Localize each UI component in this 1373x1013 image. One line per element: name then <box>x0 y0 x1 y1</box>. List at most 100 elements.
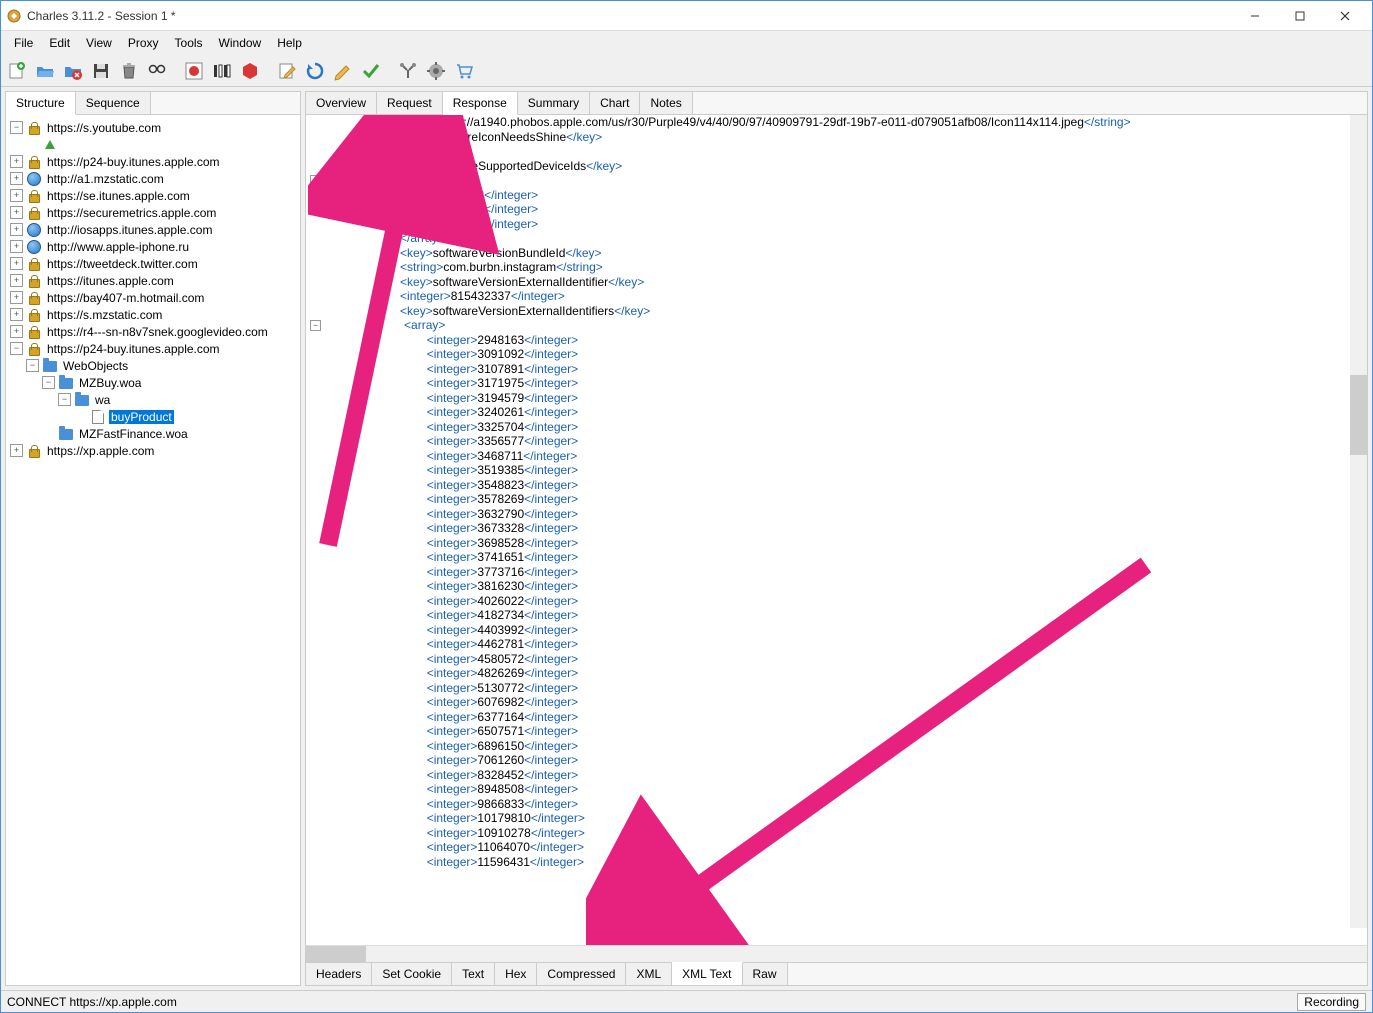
tree-item[interactable]: buyProduct <box>6 408 300 425</box>
right-panel: Overview Request Response Summary Chart … <box>305 91 1368 986</box>
tree-label: http://iosapps.itunes.apple.com <box>45 223 214 237</box>
close-button[interactable] <box>1322 2 1367 30</box>
settings-icon[interactable] <box>424 59 448 83</box>
tree-expander[interactable]: + <box>10 172 23 185</box>
tree-expander[interactable]: + <box>10 155 23 168</box>
tab-notes[interactable]: Notes <box>640 92 692 114</box>
save-icon[interactable] <box>89 59 113 83</box>
tree-item[interactable]: −wa <box>6 391 300 408</box>
tree-expander[interactable]: + <box>10 325 23 338</box>
menu-help[interactable]: Help <box>269 33 310 53</box>
tab-structure[interactable]: Structure <box>6 92 76 115</box>
tree-item[interactable]: −https://p24-buy.itunes.apple.com <box>6 340 300 357</box>
repeat-icon[interactable] <box>303 59 327 83</box>
tree-expander[interactable]: + <box>10 257 23 270</box>
cart-icon[interactable] <box>452 59 476 83</box>
tree-label: https://xp.apple.com <box>45 444 156 458</box>
fold-toggle[interactable]: − <box>310 175 321 186</box>
tree-item[interactable]: −WebObjects <box>6 357 300 374</box>
record-icon[interactable] <box>182 59 206 83</box>
menu-proxy[interactable]: Proxy <box>120 33 167 53</box>
tree-expander[interactable]: − <box>10 342 23 355</box>
tab-summary[interactable]: Summary <box>518 92 590 114</box>
breakpoints-icon[interactable] <box>238 59 262 83</box>
tree-item[interactable]: −https://s.youtube.com <box>6 119 300 136</box>
tree-expander[interactable]: + <box>10 189 23 202</box>
tree-item[interactable]: +http://www.apple-iphone.ru <box>6 238 300 255</box>
tab-chart[interactable]: Chart <box>590 92 640 114</box>
tree-item[interactable]: + http://a1.mzstatic.com <box>6 170 300 187</box>
tab-xml[interactable]: XML <box>626 963 672 985</box>
tree-expander[interactable]: + <box>10 444 23 457</box>
tab-headers[interactable]: Headers <box>306 963 372 985</box>
menu-file[interactable]: File <box>6 33 41 53</box>
tab-request[interactable]: Request <box>377 92 443 114</box>
open-icon[interactable] <box>33 59 57 83</box>
tab-xml-text[interactable]: XML Text <box>672 962 742 985</box>
trash-icon[interactable] <box>117 59 141 83</box>
tree-item[interactable]: +https://s.mzstatic.com <box>6 306 300 323</box>
tools-icon[interactable] <box>396 59 420 83</box>
edit-icon[interactable] <box>331 59 355 83</box>
tree-item[interactable]: +https://p24-buy.itunes.apple.com <box>6 153 300 170</box>
tab-sequence[interactable]: Sequence <box>76 92 151 114</box>
tree-expander[interactable]: + <box>10 206 23 219</box>
tree-expander[interactable]: − <box>58 393 71 406</box>
menu-tools[interactable]: Tools <box>167 33 211 53</box>
tree-item[interactable]: +https://se.itunes.apple.com <box>6 187 300 204</box>
tab-overview[interactable]: Overview <box>306 92 377 114</box>
vertical-scrollbar[interactable] <box>1350 115 1367 928</box>
tree-item[interactable]: +https://r4---sn-n8v7snek.googlevideo.co… <box>6 323 300 340</box>
tree-expander[interactable]: − <box>42 376 55 389</box>
folder-icon <box>74 392 90 408</box>
tree-item[interactable]: − MZBuy.woa <box>6 374 300 391</box>
host-tree[interactable]: −https://s.youtube.com +https://p24-buy.i… <box>6 115 300 985</box>
lock-icon <box>26 273 42 289</box>
compose-icon[interactable] <box>275 59 299 83</box>
tree-item[interactable]: +https://bay407-m.hotmail.com <box>6 289 300 306</box>
tab-compressed[interactable]: Compressed <box>537 963 626 985</box>
tree-item[interactable]: +https://itunes.apple.com <box>6 272 300 289</box>
tab-set-cookie[interactable]: Set Cookie <box>372 963 452 985</box>
folder-icon <box>42 358 58 374</box>
page-icon <box>90 409 106 425</box>
tree-label: http://a1.mzstatic.com <box>45 172 166 186</box>
left-tabs: Structure Sequence <box>6 92 300 115</box>
fold-toggle[interactable]: − <box>310 320 321 331</box>
folder-icon <box>58 375 74 391</box>
new-session-icon[interactable] <box>5 59 29 83</box>
close-session-icon[interactable] <box>61 59 85 83</box>
maximize-button[interactable] <box>1277 2 1322 30</box>
tree-item[interactable]: +https://securemetrics.apple.com <box>6 204 300 221</box>
tree-expander[interactable]: + <box>10 308 23 321</box>
tree-expander[interactable]: + <box>10 274 23 287</box>
tab-response[interactable]: Response <box>443 92 518 115</box>
tree-expander[interactable]: + <box>10 240 23 253</box>
tree-item[interactable]: MZFastFinance.woa <box>6 425 300 442</box>
throttle-icon[interactable] <box>210 59 234 83</box>
tab-text[interactable]: Text <box>452 963 495 985</box>
validate-icon[interactable] <box>359 59 383 83</box>
tree-expander[interactable]: + <box>10 291 23 304</box>
folder-icon <box>58 426 74 442</box>
xml-text-view[interactable]: <string>http://a1940.phobos.apple.com/us… <box>306 115 1367 945</box>
tree-item[interactable]: + http://iosapps.itunes.apple.com <box>6 221 300 238</box>
tree-item[interactable] <box>6 136 300 153</box>
tree-item[interactable]: +https://tweetdeck.twitter.com <box>6 255 300 272</box>
tree-expander[interactable]: + <box>10 223 23 236</box>
tab-raw[interactable]: Raw <box>743 963 788 985</box>
menu-view[interactable]: View <box>78 33 120 53</box>
globe-icon <box>26 222 42 238</box>
menu-edit[interactable]: Edit <box>41 33 78 53</box>
window-title: Charles 3.11.2 - Session 1 * <box>27 9 1232 23</box>
tree-expander[interactable]: − <box>26 359 39 372</box>
lock-icon <box>26 120 42 136</box>
menu-window[interactable]: Window <box>211 33 270 53</box>
tree-item[interactable]: + https://xp.apple.com <box>6 442 300 459</box>
find-icon[interactable] <box>145 59 169 83</box>
tree-label: MZBuy.woa <box>77 376 143 390</box>
tab-hex[interactable]: Hex <box>495 963 537 985</box>
tree-expander[interactable]: − <box>10 121 23 134</box>
minimize-button[interactable] <box>1232 2 1277 30</box>
horizontal-scrollbar[interactable] <box>306 945 1367 962</box>
